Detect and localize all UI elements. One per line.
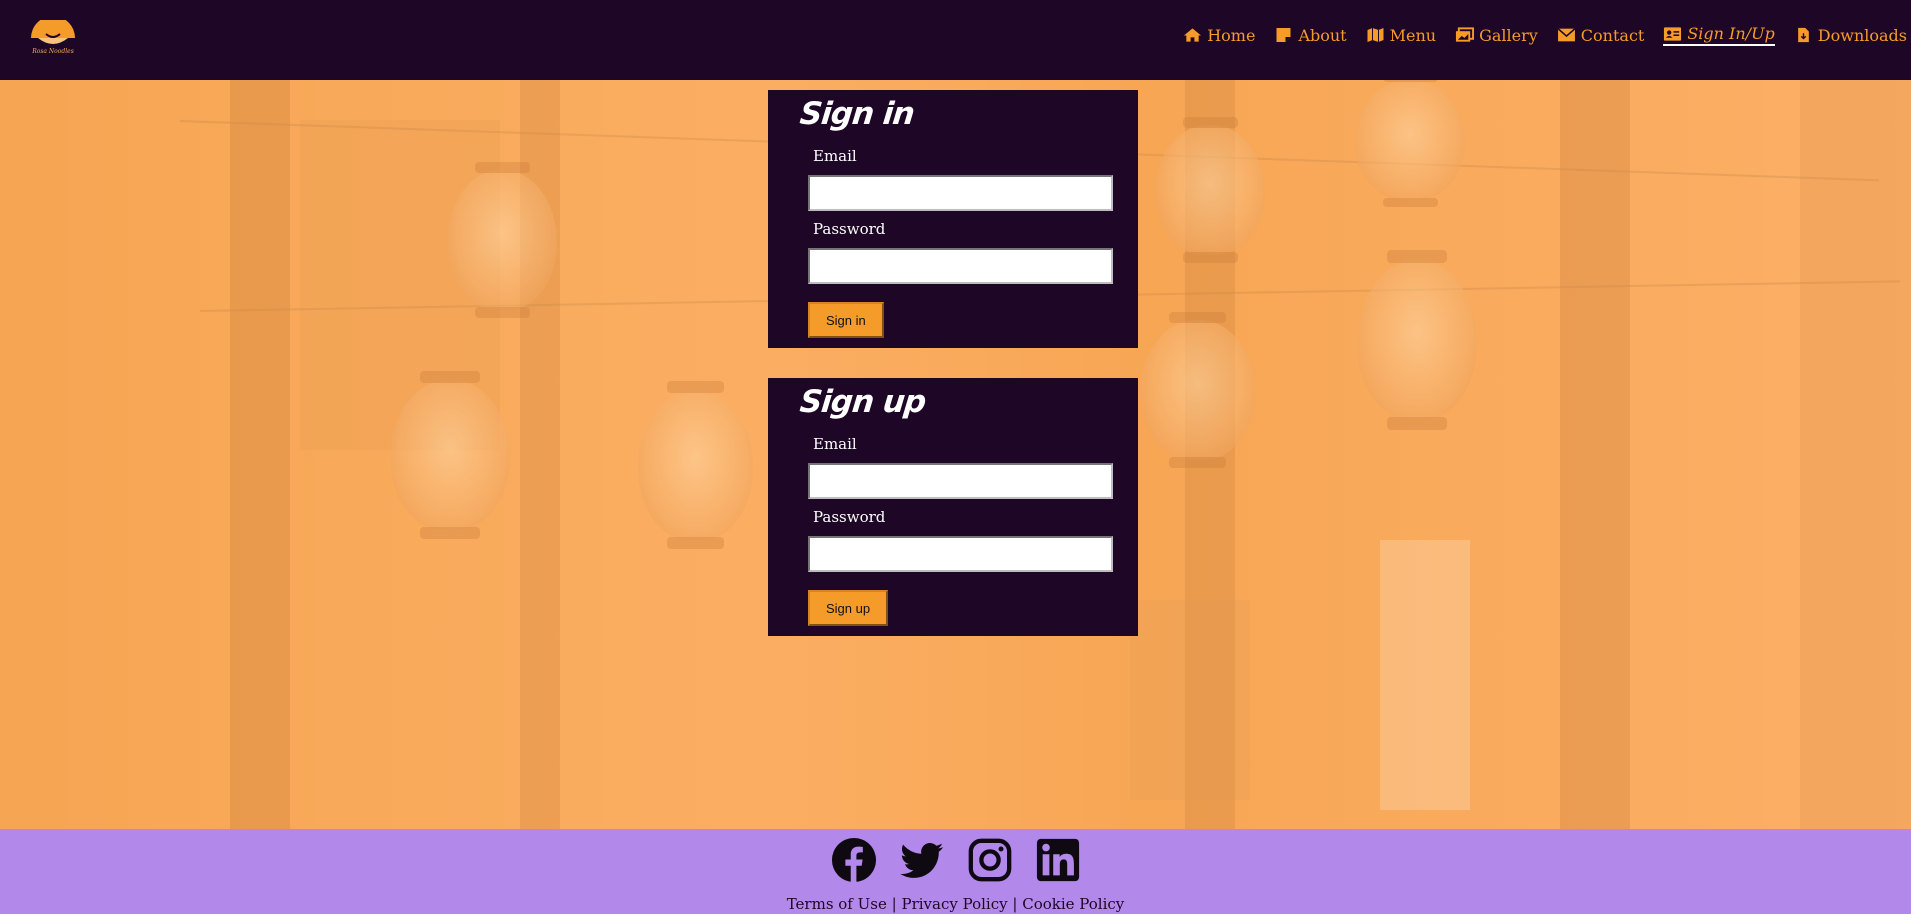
main-nav: Home About Menu Gallery Contact Sign In/… — [1164, 22, 1911, 48]
top-navbar: Rosa Noodles Home About Menu Gallery Con… — [0, 0, 1911, 80]
nav-contact-label: Contact — [1580, 25, 1645, 45]
facebook-icon[interactable] — [831, 837, 877, 883]
terms-link[interactable]: Terms of Use — [787, 895, 887, 913]
logo-text: Rosa Noodles — [32, 48, 74, 55]
twitter-icon[interactable] — [899, 837, 945, 883]
brand-logo[interactable]: Rosa Noodles — [26, 20, 80, 60]
signup-button[interactable]: Sign up — [808, 590, 889, 626]
images-icon — [1456, 27, 1475, 42]
file-download-icon — [1797, 27, 1809, 43]
note-icon — [1276, 28, 1291, 42]
signin-panel: Sign in Email Password Sign in — [768, 90, 1138, 348]
nav-about[interactable]: About — [1274, 25, 1347, 45]
nav-menu-label: Menu — [1389, 25, 1437, 45]
nav-downloads-label: Downloads — [1817, 25, 1907, 45]
cookie-link[interactable]: Cookie Policy — [1022, 895, 1124, 913]
nav-gallery-label: Gallery — [1479, 25, 1538, 45]
nav-gallery[interactable]: Gallery — [1455, 26, 1538, 45]
map-icon — [1367, 28, 1384, 42]
nav-menu[interactable]: Menu — [1366, 26, 1436, 45]
signin-email-input[interactable] — [808, 175, 1113, 211]
signin-password-label: Password — [813, 220, 886, 238]
envelope-icon — [1557, 28, 1576, 42]
signin-email-label: Email — [813, 147, 857, 165]
site-footer: Terms of Use | Privacy Policy | Cookie P… — [0, 829, 1911, 914]
signin-button[interactable]: Sign in — [808, 302, 884, 338]
nav-signin-label: Sign In/Up — [1687, 24, 1775, 43]
signup-password-input[interactable] — [808, 536, 1113, 572]
home-icon — [1184, 28, 1202, 42]
signin-password-input[interactable] — [808, 248, 1113, 284]
nav-contact[interactable]: Contact — [1557, 25, 1645, 45]
privacy-link[interactable]: Privacy Policy — [901, 895, 1007, 913]
social-links — [0, 837, 1911, 883]
signup-panel: Sign up Email Password Sign up — [768, 378, 1138, 636]
nav-downloads[interactable]: Downloads — [1794, 26, 1907, 45]
nav-signin[interactable]: Sign In/Up — [1663, 24, 1775, 46]
signup-email-input[interactable] — [808, 463, 1113, 499]
signup-title: Sign up — [798, 384, 928, 420]
signin-title: Sign in — [798, 96, 916, 132]
signup-email-label: Email — [813, 435, 857, 453]
linkedin-icon[interactable] — [1035, 837, 1081, 883]
nav-about-label: About — [1298, 25, 1347, 45]
nav-home[interactable]: Home — [1183, 26, 1255, 45]
footer-separator: | — [891, 895, 897, 913]
footer-links: Terms of Use | Privacy Policy | Cookie P… — [0, 895, 1911, 913]
nav-home-label: Home — [1207, 25, 1256, 45]
id-card-icon — [1664, 26, 1682, 41]
signup-password-label: Password — [813, 508, 886, 526]
footer-separator: | — [1012, 895, 1018, 913]
instagram-icon[interactable] — [967, 837, 1013, 883]
